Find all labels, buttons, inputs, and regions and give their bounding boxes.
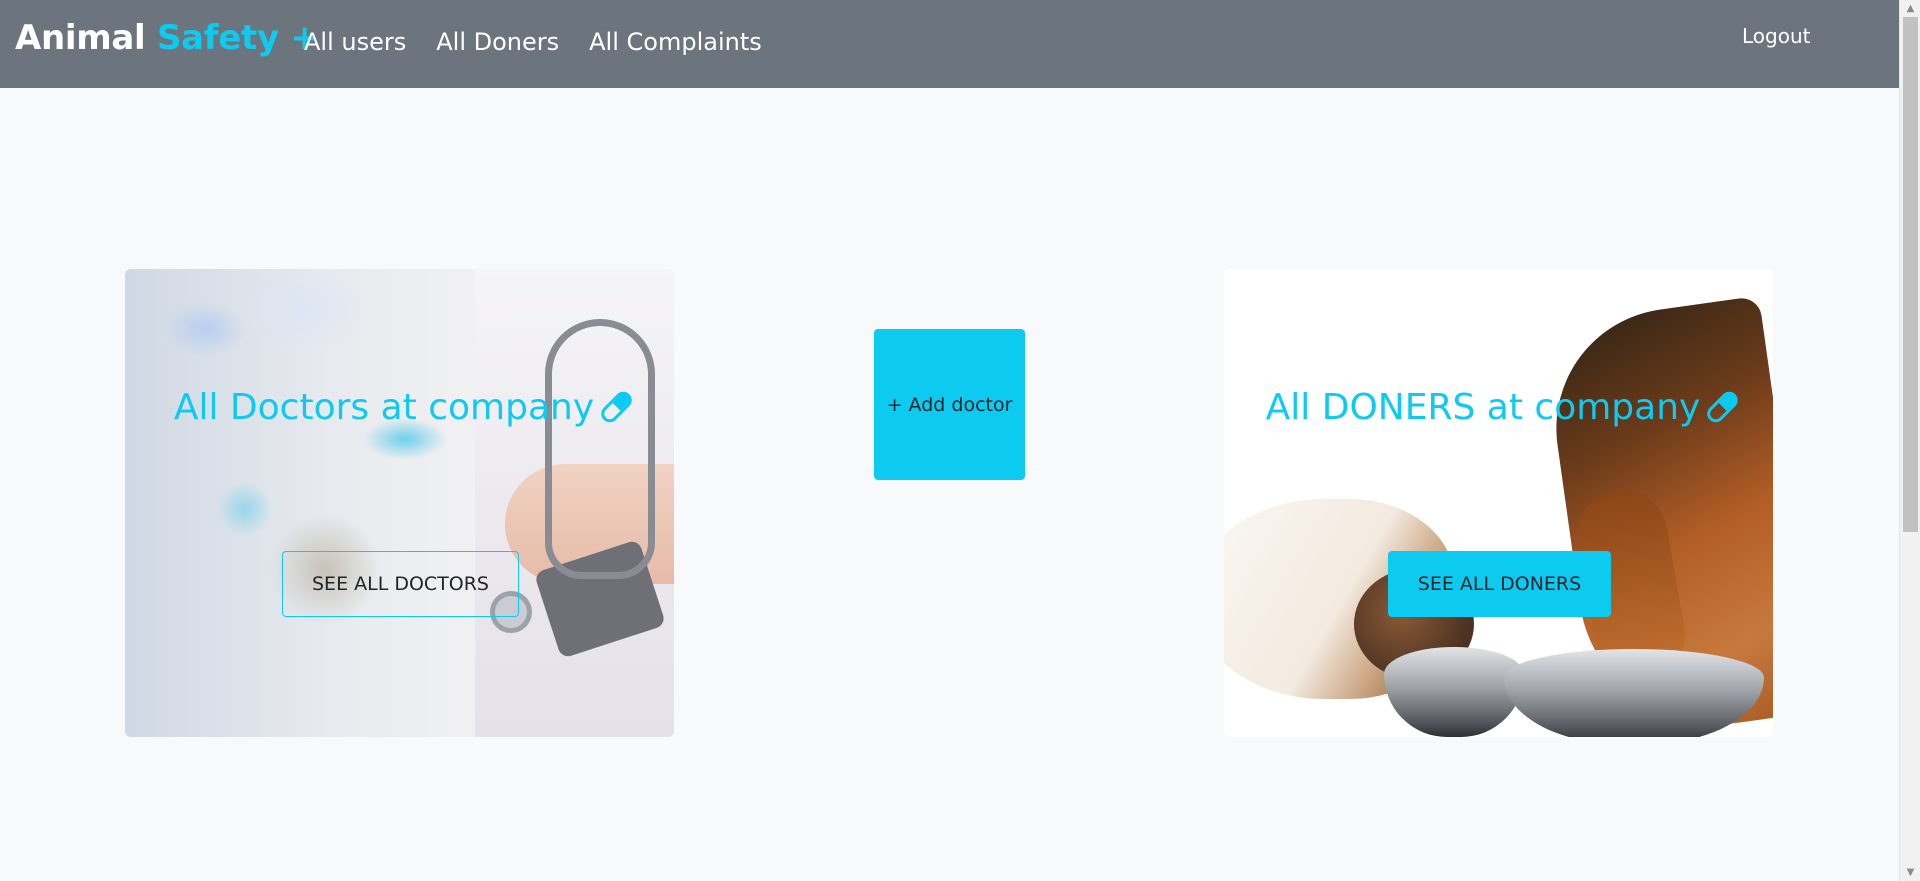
doctors-card: All Doctors at company SEE ALL DOCTORS xyxy=(125,269,674,737)
doctors-card-title: All Doctors at company xyxy=(125,387,674,428)
nav-link-all-doners[interactable]: All Doners xyxy=(436,28,559,56)
stethoscope-icon xyxy=(545,319,655,579)
food-bowl-right xyxy=(1504,649,1764,737)
food-bowl-left xyxy=(1384,647,1524,737)
brand-main: Animal xyxy=(15,18,146,58)
doners-title-text: All DONERS at company xyxy=(1265,387,1701,428)
brand-logo[interactable]: Animal Safety + xyxy=(15,18,319,58)
see-all-doners-button[interactable]: SEE ALL DONERS xyxy=(1388,551,1611,617)
see-all-doctors-button[interactable]: SEE ALL DOCTORS xyxy=(282,551,519,617)
doners-card-title: All DONERS at company xyxy=(1224,387,1773,428)
nav-links: All users All Doners All Complaints xyxy=(304,28,762,56)
doctors-background-image xyxy=(125,269,674,737)
vertical-scrollbar[interactable]: ▲ ▼ xyxy=(1899,0,1920,881)
brand-accent: Safety + xyxy=(156,18,319,58)
doners-card: All DONERS at company SEE ALL DONERS xyxy=(1224,269,1773,737)
scroll-up-icon[interactable]: ▲ xyxy=(1900,0,1920,17)
navbar: Animal Safety + All users All Doners All… xyxy=(0,0,1899,88)
scrollbar-thumb[interactable] xyxy=(1903,17,1918,532)
doctors-title-text: All Doctors at company xyxy=(173,387,595,428)
scroll-down-icon[interactable]: ▼ xyxy=(1900,864,1920,881)
nav-link-all-users[interactable]: All users xyxy=(304,28,406,56)
doners-background-image xyxy=(1224,269,1773,737)
nav-link-all-complaints[interactable]: All Complaints xyxy=(589,28,762,56)
pill-icon xyxy=(1704,388,1742,426)
page: Animal Safety + All users All Doners All… xyxy=(0,0,1920,881)
add-doctor-button[interactable]: + Add doctor xyxy=(874,329,1025,480)
logout-link[interactable]: Logout xyxy=(1742,24,1810,48)
pill-icon xyxy=(597,388,636,426)
